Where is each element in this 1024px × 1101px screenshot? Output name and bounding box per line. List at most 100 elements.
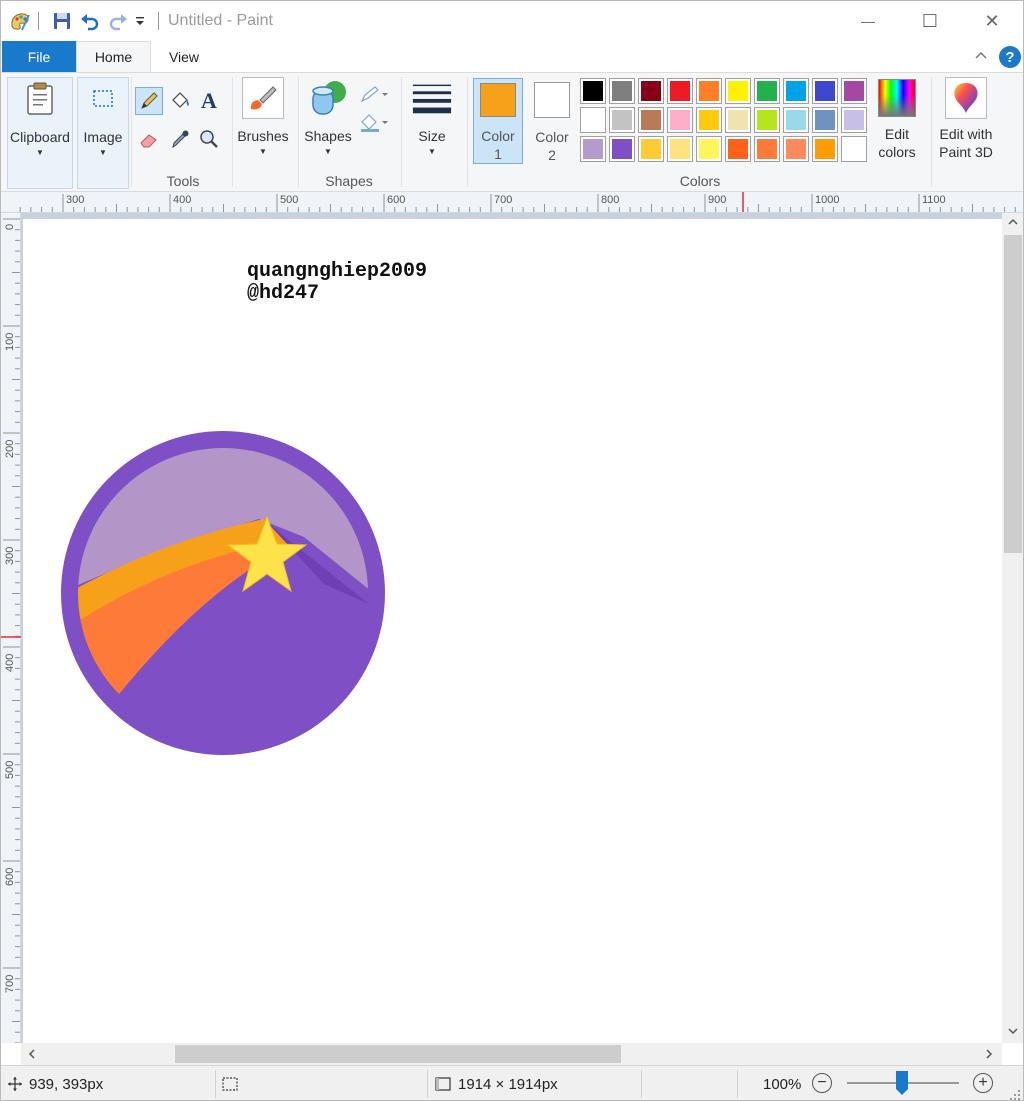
palette-swatch[interactable] — [812, 78, 838, 104]
palette-swatch[interactable] — [783, 107, 809, 133]
ruler-mark: 800 — [601, 194, 620, 206]
palette-swatch[interactable] — [580, 78, 606, 104]
palette-swatch[interactable] — [725, 136, 751, 162]
palette-swatch[interactable] — [754, 107, 780, 133]
vertical-scrollbar[interactable] — [1002, 213, 1023, 1043]
group-separator — [467, 77, 468, 187]
tab-view[interactable]: View — [151, 41, 217, 72]
horizontal-scrollbar[interactable] — [21, 1043, 1002, 1065]
paint-app-icon[interactable] — [9, 10, 31, 32]
cursor-position-text: 939, 393px — [29, 1075, 104, 1093]
edit-with-paint3d-button[interactable]: Edit with Paint 3D — [935, 77, 997, 161]
palette-swatch[interactable] — [609, 78, 635, 104]
collapse-ribbon-icon[interactable] — [973, 47, 989, 66]
edit-colors-label-1: Edit — [884, 126, 910, 142]
fill-bucket-icon[interactable] — [166, 87, 194, 115]
selection-size-icon — [221, 1066, 239, 1100]
color2-button[interactable]: Color 2 — [527, 78, 577, 164]
palette-swatch[interactable] — [667, 107, 693, 133]
close-button[interactable]: ✕ — [961, 1, 1023, 41]
paint3d-icon — [945, 77, 987, 119]
palette-swatch[interactable] — [696, 78, 722, 104]
drawing-canvas[interactable]: quangnghiep2009 @hd247 — [23, 219, 1002, 1043]
pencil-icon[interactable] — [135, 87, 163, 115]
zoom-out-button[interactable]: − — [812, 1073, 832, 1093]
palette-swatch[interactable] — [754, 136, 780, 162]
tab-home[interactable]: Home — [76, 41, 151, 72]
palette-swatch-fill — [728, 81, 748, 101]
palette-swatch[interactable] — [638, 136, 664, 162]
brushes-button[interactable]: Brushes ▼ — [237, 77, 289, 156]
vertical-scroll-thumb[interactable] — [1004, 235, 1022, 553]
window-title: Untitled - Paint — [168, 12, 273, 29]
shapes-button[interactable]: Shapes ▼ — [303, 77, 353, 156]
tab-file[interactable]: File — [2, 41, 76, 72]
palette-swatch[interactable] — [754, 78, 780, 104]
palette-swatch[interactable] — [725, 78, 751, 104]
vertical-ruler: 0 100 200 300 400 500 600 700 — [1, 213, 21, 1043]
ruler-mark: 400 — [173, 194, 192, 206]
palette-swatch[interactable] — [725, 107, 751, 133]
clipboard-button[interactable]: Clipboard ▼ — [7, 77, 73, 189]
undo-icon[interactable] — [79, 10, 101, 32]
palette-swatch-fill — [757, 110, 777, 130]
chevron-down-icon: ▼ — [324, 147, 332, 156]
ruler-mark: 100 — [4, 332, 16, 351]
palette-swatch[interactable] — [609, 107, 635, 133]
palette-swatch[interactable] — [812, 107, 838, 133]
fill-icon[interactable] — [357, 109, 391, 137]
size-button[interactable]: Size ▼ — [407, 77, 457, 156]
image-button[interactable]: Image ▼ — [77, 77, 129, 189]
ruler-mark: 500 — [4, 760, 16, 779]
magnifier-icon[interactable] — [195, 125, 223, 153]
palette-swatch-fill — [815, 110, 835, 130]
scroll-left-icon[interactable] — [26, 1048, 38, 1063]
tools-group-label: Tools — [166, 173, 200, 189]
minimize-button[interactable]: — — [837, 1, 899, 41]
ribbon-tabs: File Home View ? — [1, 41, 1023, 72]
palette-swatch-fill — [728, 139, 748, 159]
palette-swatch[interactable] — [696, 107, 722, 133]
palette-swatch[interactable] — [841, 78, 867, 104]
palette-swatch[interactable] — [667, 78, 693, 104]
text-tool-icon[interactable]: A — [195, 87, 223, 115]
color2-number: 2 — [548, 147, 556, 163]
palette-swatch[interactable] — [841, 136, 867, 162]
palette-swatch[interactable] — [638, 78, 664, 104]
palette-swatch[interactable] — [696, 136, 722, 162]
color1-button[interactable]: Color 1 — [473, 78, 523, 164]
palette-swatch-fill — [844, 81, 864, 101]
customize-toolbar-icon[interactable] — [131, 10, 149, 32]
maximize-button[interactable]: ☐ — [899, 1, 961, 41]
scroll-up-icon[interactable] — [1007, 216, 1019, 231]
canvas-area[interactable]: quangnghiep2009 @hd247 — [21, 213, 1002, 1043]
scroll-down-icon[interactable] — [1007, 1025, 1019, 1040]
palette-swatch[interactable] — [638, 107, 664, 133]
palette-swatch-fill — [670, 110, 690, 130]
save-icon[interactable] — [51, 10, 73, 32]
palette-swatch[interactable] — [783, 136, 809, 162]
horizontal-scroll-thumb[interactable] — [175, 1045, 621, 1063]
zoom-in-button[interactable]: + — [973, 1073, 993, 1093]
cursor-position: 939, 393px — [7, 1066, 104, 1100]
redo-icon[interactable] — [107, 10, 129, 32]
color-picker-icon[interactable] — [166, 125, 194, 153]
group-separator — [931, 77, 932, 187]
palette-swatch-fill — [786, 139, 806, 159]
scroll-right-icon[interactable] — [983, 1048, 995, 1063]
eraser-icon[interactable] — [135, 125, 163, 153]
outline-icon[interactable] — [357, 81, 391, 109]
palette-swatch[interactable] — [783, 78, 809, 104]
palette-swatch[interactable] — [609, 136, 635, 162]
palette-swatch[interactable] — [841, 107, 867, 133]
resize-grip-icon[interactable] — [1009, 1088, 1021, 1100]
zoom-slider-thumb[interactable] — [896, 1071, 908, 1095]
edit-colors-button[interactable]: Edit colors — [873, 77, 921, 161]
palette-swatch-fill — [815, 139, 835, 159]
help-icon[interactable]: ? — [999, 46, 1021, 68]
palette-swatch[interactable] — [667, 136, 693, 162]
canvas-text-line1: quangnghiep2009 — [247, 260, 428, 283]
palette-swatch[interactable] — [580, 136, 606, 162]
palette-swatch[interactable] — [812, 136, 838, 162]
palette-swatch[interactable] — [580, 107, 606, 133]
